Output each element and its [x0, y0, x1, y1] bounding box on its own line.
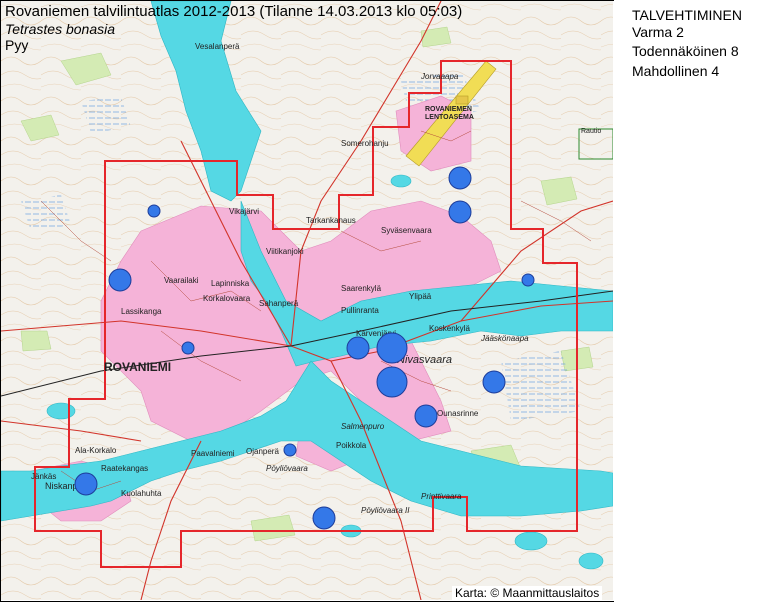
map-title: Rovaniemen talvilintuatlas 2012-2013 (Ti… [5, 3, 463, 20]
place-label: Vesalanperä [195, 42, 240, 51]
place-label: Pöyliövaara [266, 464, 308, 473]
place-label: Jorvaaapa [420, 72, 459, 81]
observation-dot[interactable] [448, 166, 472, 190]
place-label: Rautio [581, 128, 601, 135]
place-label: Ala-Korkalo [75, 446, 117, 455]
place-label: Poikkola [336, 441, 367, 450]
legend-item-mahdollinen: Mahdollinen 4 [632, 63, 720, 79]
place-label: Syväsenvaara [381, 226, 432, 235]
observation-dot[interactable] [283, 443, 297, 457]
place-label: Raatekangas [101, 464, 148, 473]
place-label: Pullinranta [341, 306, 379, 315]
observation-dot[interactable] [376, 366, 408, 398]
place-label: Ylipää [409, 292, 432, 301]
place-label: Salmenpuro [341, 422, 385, 431]
observation-dot[interactable] [108, 268, 132, 292]
legend-item-todennakoinen: Todennäköinen 8 [632, 43, 739, 59]
place-label: LENTOASEMA [425, 114, 474, 121]
place-label: Pöyliövaara II [361, 506, 410, 515]
place-label: Koskenkylä [429, 324, 470, 333]
legend-item-varma: Varma 2 [632, 24, 684, 40]
place-label: Ojanperä [246, 447, 279, 456]
map-credit: Karta: © Maanmittauslaitos [452, 586, 603, 600]
place-label: Tarkankanaus [306, 216, 356, 225]
observation-dot[interactable] [376, 332, 408, 364]
place-label: Somerohanju [341, 139, 389, 148]
place-label: Printtivaara [421, 492, 462, 501]
place-label: Saarenkylä [341, 284, 382, 293]
place-label: Korkalovaara [203, 294, 251, 303]
observation-dot[interactable] [414, 404, 438, 428]
place-label: Ounasrinne [437, 409, 479, 418]
observation-dot[interactable] [147, 204, 161, 218]
place-label: Vaarailaki [164, 276, 199, 285]
place-label: ROVANIEMI [104, 360, 171, 374]
place-label: Jänkäs [31, 472, 56, 481]
place-label: Jääskönaapa [480, 334, 529, 343]
legend-heading: TALVEHTIMINEN [632, 7, 742, 23]
basemap: ROVANIEMI Vesalanperä Jorvaaapa ROVANIEM… [1, 1, 613, 600]
observation-dot[interactable] [346, 336, 370, 360]
place-label: ROVANIEMEN [425, 106, 472, 113]
legend-panel: TALVEHTIMINEN Varma 2 Todennäköinen 8 Ma… [614, 0, 772, 602]
place-label: Paavalniemi [191, 449, 235, 458]
place-label: Kuolahuhta [121, 489, 162, 498]
place-label: Lapinniska [211, 279, 250, 288]
place-label: Viitikanjoki [266, 247, 304, 256]
place-label: Lassikanga [121, 307, 162, 316]
observation-dot[interactable] [521, 273, 535, 287]
observation-dot[interactable] [482, 370, 506, 394]
place-label: Sahanperä [259, 299, 299, 308]
place-label: Vikajärvi [229, 207, 259, 216]
observation-dot[interactable] [74, 472, 98, 496]
observation-dot[interactable] [181, 341, 195, 355]
map-area[interactable]: ROVANIEMI Vesalanperä Jorvaaapa ROVANIEM… [1, 1, 613, 600]
species-scientific-name: Tetrastes bonasia [5, 21, 115, 37]
species-common-name: Pyy [5, 37, 29, 53]
observation-dot[interactable] [312, 506, 336, 530]
observation-dot[interactable] [448, 200, 472, 224]
